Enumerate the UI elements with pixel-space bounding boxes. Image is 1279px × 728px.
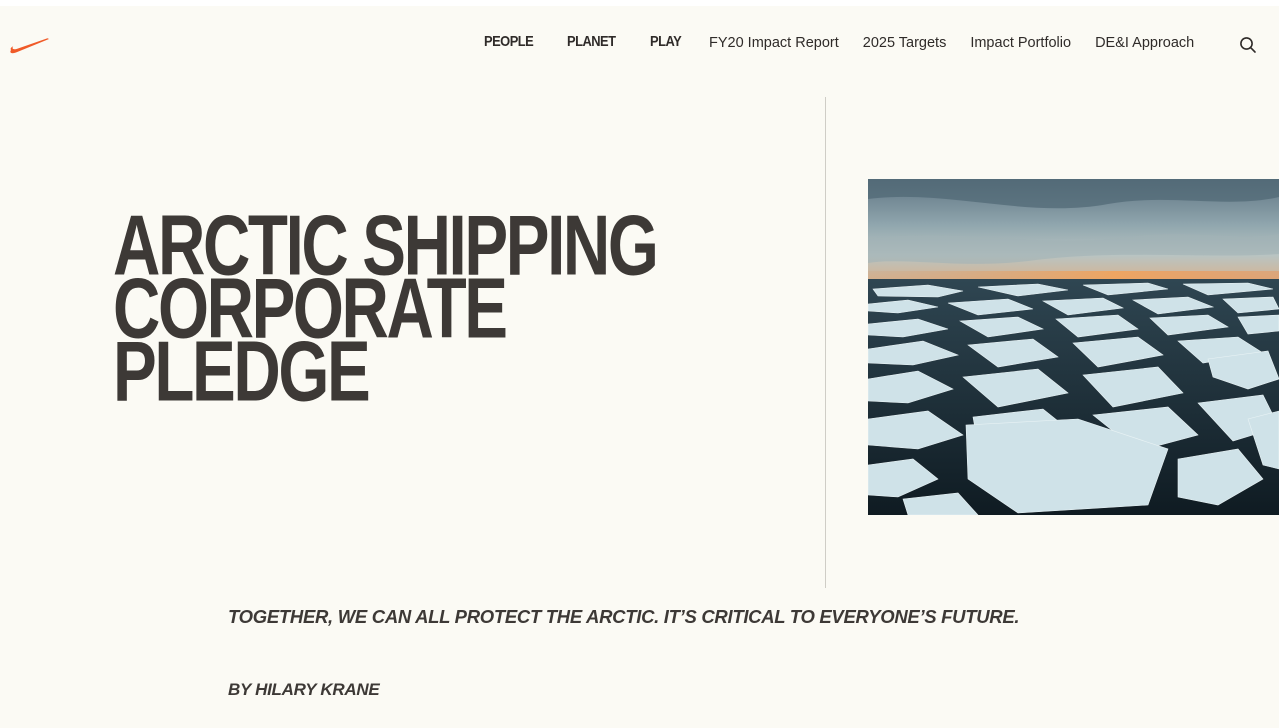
secondary-nav: FY20 Impact Report 2025 Targets Impact P… [709,35,1194,51]
nav-2025-targets[interactable]: 2025 Targets [863,35,947,51]
article-byline: BY HILARY KRANE [228,680,380,699]
nav-people[interactable]: PEOPLE [484,33,534,50]
arctic-sea-ice-photo [868,179,1279,515]
search-icon[interactable] [1239,36,1257,54]
nav-fy20-impact-report[interactable]: FY20 Impact Report [709,35,839,51]
nav-play[interactable]: PLAY [650,33,682,50]
top-strip [0,0,1279,6]
page-title: ARCTIC SHIPPING CORPORATE PLEDGE [113,203,833,420]
swoosh-logo-icon[interactable] [9,35,51,55]
nav-dei-approach[interactable]: DE&I Approach [1095,35,1194,51]
article-subhead: TOGETHER, WE CAN ALL PROTECT THE ARCTIC.… [228,606,1020,627]
primary-nav: PEOPLE PLANET PLAY [484,33,686,50]
title-line-3: PLEDGE [113,324,371,420]
vertical-divider [825,97,826,588]
nav-planet[interactable]: PLANET [567,33,616,50]
nav-impact-portfolio[interactable]: Impact Portfolio [970,35,1071,51]
